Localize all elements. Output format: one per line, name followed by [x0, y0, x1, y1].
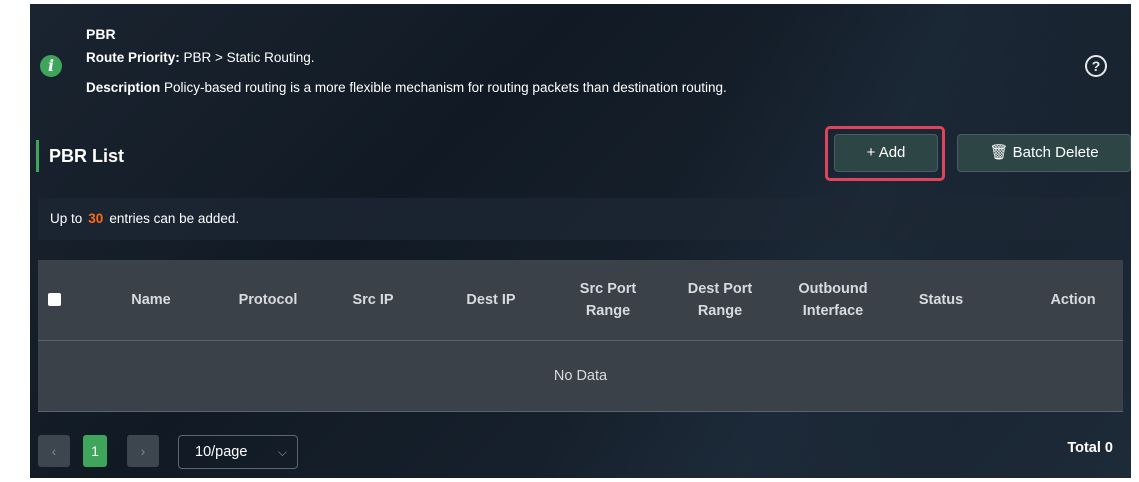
note-suffix: entries can be added. — [109, 211, 240, 226]
note-prefix: Up to — [50, 211, 83, 226]
batch-delete-button[interactable]: 🗑 Batch Delete — [957, 134, 1131, 172]
column-protocol[interactable]: Protocol — [223, 260, 313, 340]
info-banner: i PBR Route Priority: PBR > Static Routi… — [30, 4, 1131, 114]
info-title: PBR — [86, 26, 116, 42]
column-src-port-range[interactable]: Src Port Range — [568, 260, 648, 340]
description-label: Description — [86, 80, 161, 95]
next-page-button[interactable]: › — [127, 435, 159, 467]
chevron-down-icon: ⌵ — [277, 445, 287, 459]
column-name[interactable]: Name — [116, 260, 186, 340]
column-status[interactable]: Status — [906, 260, 976, 340]
column-dest-port-range[interactable]: Dest Port Range — [676, 260, 764, 340]
page-frame: i PBR Route Priority: PBR > Static Routi… — [30, 4, 1131, 478]
table-empty-row: No Data — [38, 341, 1123, 412]
description-line: Description Policy-based routing is a mo… — [86, 80, 727, 95]
column-action[interactable]: Action — [1033, 260, 1113, 340]
column-src-ip[interactable]: Src IP — [338, 260, 408, 340]
total-count: Total 0 — [1067, 440, 1113, 456]
description-text: Policy-based routing is a more flexible … — [160, 80, 727, 95]
column-dest-ip[interactable]: Dest IP — [451, 260, 531, 340]
info-icon: i — [40, 55, 62, 77]
pbr-list-title: PBR List — [36, 140, 124, 172]
table-header: Name Protocol Src IP Dest IP Src Port Ra… — [38, 260, 1123, 341]
question-circle-icon[interactable]: ? — [1085, 55, 1107, 77]
select-all-checkbox[interactable] — [48, 293, 61, 306]
entries-limit-note: Up to 30 entries can be added. — [38, 198, 1123, 240]
page-1-button[interactable]: 1 — [83, 435, 107, 467]
route-priority-label: Route Priority: — [86, 50, 180, 65]
column-outbound-interface[interactable]: Outbound Interface — [788, 260, 878, 340]
route-priority-line: Route Priority: PBR > Static Routing. — [86, 50, 314, 65]
add-button[interactable]: + Add — [834, 134, 938, 172]
page-size-value: 10/page — [195, 444, 248, 460]
page-size-select[interactable]: 10/page ⌵ — [178, 435, 298, 469]
route-priority-text: PBR > Static Routing. — [179, 50, 315, 65]
no-data-text: No Data — [553, 368, 608, 384]
previous-page-button[interactable]: ‹ — [38, 435, 70, 467]
pbr-table: Name Protocol Src IP Dest IP Src Port Ra… — [38, 260, 1123, 412]
entries-count: 30 — [88, 211, 104, 226]
